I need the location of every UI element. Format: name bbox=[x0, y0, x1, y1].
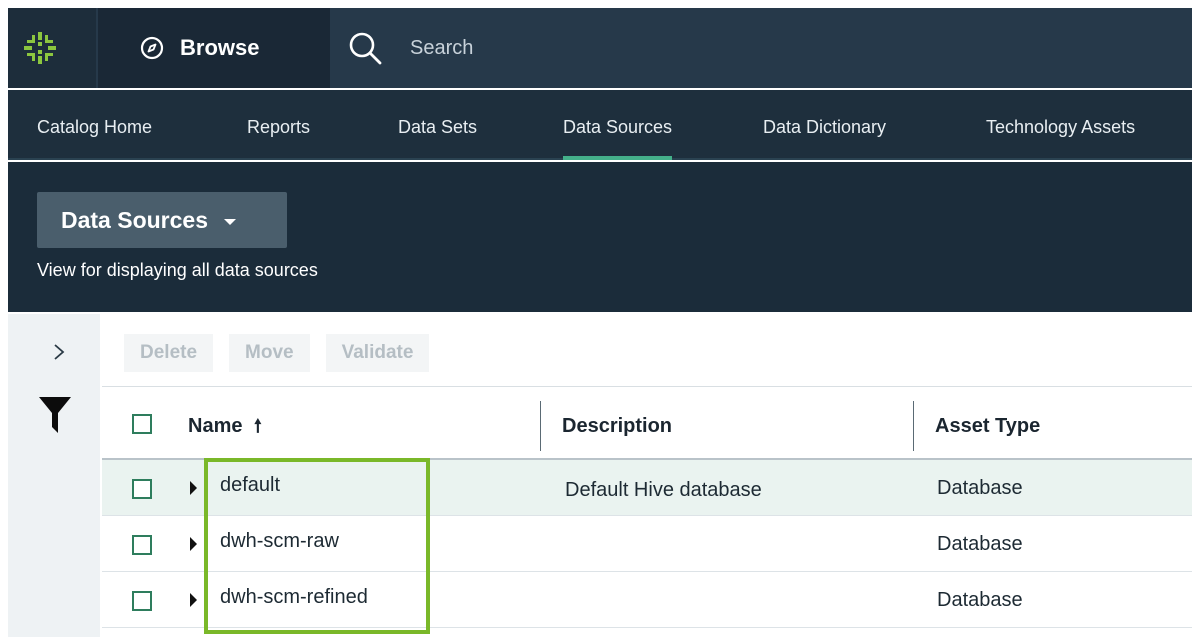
row-asset-type: Database bbox=[937, 477, 1023, 499]
row-description: Default Hive database bbox=[565, 479, 762, 501]
row-name[interactable]: dwh-scm-raw bbox=[220, 530, 339, 553]
row-name[interactable]: dwh-scm-refined bbox=[220, 586, 368, 609]
data-sources-table: Name 🠕 Description Asset Type default De… bbox=[102, 386, 1192, 628]
delete-button[interactable]: Delete bbox=[124, 334, 214, 372]
sort-ascending-icon: 🠕 bbox=[254, 416, 262, 436]
column-resizer[interactable] bbox=[913, 401, 914, 451]
action-toolbar: Delete Move Validate bbox=[124, 334, 430, 372]
view-selector-dropdown[interactable]: Data Sources bbox=[37, 192, 287, 248]
tamr-logo-icon bbox=[24, 32, 56, 64]
tab-reports[interactable]: Reports bbox=[247, 90, 310, 160]
row-asset-type: Database bbox=[937, 589, 1023, 611]
row-checkbox[interactable] bbox=[132, 535, 152, 555]
column-resizer[interactable] bbox=[540, 401, 541, 451]
column-header-description[interactable]: Description bbox=[562, 387, 672, 461]
caret-down-icon bbox=[224, 218, 237, 225]
tab-data-dictionary[interactable]: Data Dictionary bbox=[763, 90, 886, 160]
search-input[interactable] bbox=[410, 36, 810, 60]
table-row[interactable]: default Default Hive database Database bbox=[102, 460, 1192, 516]
row-asset-type: Database bbox=[937, 533, 1023, 555]
column-header-name[interactable]: Name 🠕 bbox=[188, 387, 262, 461]
search-icon[interactable] bbox=[348, 31, 382, 65]
view-header: Data Sources View for displaying all dat… bbox=[8, 162, 1192, 312]
table-row[interactable]: dwh-scm-refined Database bbox=[102, 572, 1192, 628]
catalog-nav: Catalog Home Reports Data Sets Data Sour… bbox=[8, 90, 1192, 160]
view-title: Data Sources bbox=[61, 206, 209, 233]
browse-label: Browse bbox=[180, 35, 260, 60]
row-checkbox[interactable] bbox=[132, 479, 152, 499]
expand-triangle-icon[interactable] bbox=[190, 481, 197, 495]
row-checkbox[interactable] bbox=[132, 591, 152, 611]
select-all-checkbox[interactable] bbox=[132, 414, 152, 434]
table-row[interactable]: dwh-scm-raw Database bbox=[102, 516, 1192, 572]
tab-catalog-home[interactable]: Catalog Home bbox=[37, 90, 152, 160]
search-area bbox=[348, 8, 810, 88]
chevron-right-icon[interactable] bbox=[52, 342, 66, 362]
filter-sidebar bbox=[8, 314, 100, 637]
expand-triangle-icon[interactable] bbox=[190, 537, 197, 551]
tab-technology-assets[interactable]: Technology Assets bbox=[986, 90, 1135, 160]
top-bar: Browse bbox=[8, 8, 1192, 88]
expand-triangle-icon[interactable] bbox=[190, 593, 197, 607]
table-header: Name 🠕 Description Asset Type bbox=[102, 386, 1192, 460]
view-description: View for displaying all data sources bbox=[37, 260, 318, 280]
app-logo[interactable] bbox=[8, 8, 96, 88]
validate-button[interactable]: Validate bbox=[325, 334, 430, 372]
column-header-asset-type[interactable]: Asset Type bbox=[935, 387, 1040, 461]
move-button[interactable]: Move bbox=[229, 334, 310, 372]
tab-data-sources[interactable]: Data Sources bbox=[563, 90, 673, 160]
browse-menu[interactable]: Browse bbox=[98, 8, 330, 88]
filter-icon[interactable] bbox=[38, 396, 72, 434]
row-name[interactable]: default bbox=[220, 474, 280, 497]
tab-data-sets[interactable]: Data Sets bbox=[398, 90, 477, 160]
compass-icon bbox=[140, 36, 164, 60]
